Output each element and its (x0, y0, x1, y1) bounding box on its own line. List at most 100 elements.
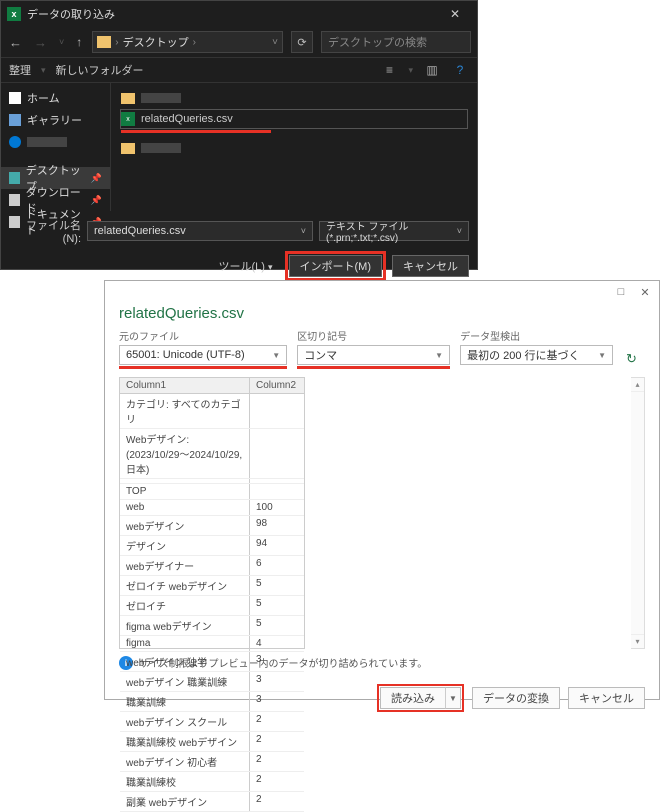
close-icon[interactable]: ✕ (635, 283, 655, 301)
cell: 副業 webデザイン (120, 792, 250, 811)
cell: 94 (250, 536, 304, 555)
column-header[interactable]: Column2 (250, 378, 304, 393)
file-name: relatedQueries.csv (141, 113, 233, 125)
table-header: Column1 Column2 (120, 378, 304, 394)
scroll-down-icon[interactable]: ▾ (631, 634, 644, 648)
filetype-select[interactable]: テキスト ファイル (*.prn;*.txt;*.csv) ˅ (319, 221, 469, 241)
column-header[interactable]: Column1 (120, 378, 250, 393)
up-icon[interactable]: ↑ (74, 35, 84, 49)
origin-select[interactable]: 65001: Unicode (UTF-8) ▼ (119, 345, 287, 365)
chevron-down-icon[interactable]: ˅ (301, 226, 306, 236)
cancel-button[interactable]: キャンセル (568, 687, 645, 709)
dialog-title: データの取り込み (27, 6, 439, 22)
table-row[interactable]: TOP (120, 484, 304, 500)
load-dropdown-button[interactable]: ▼ (445, 687, 461, 709)
annotation-highlight (121, 130, 271, 133)
cell (250, 479, 304, 483)
home-icon (9, 92, 21, 104)
list-item-selected[interactable]: x relatedQueries.csv (121, 110, 467, 128)
filename-value: relatedQueries.csv (94, 225, 186, 237)
table-row[interactable]: 職業訓練校 webデザイン2 (120, 732, 304, 752)
table-row[interactable]: webデザイン 初心者2 (120, 752, 304, 772)
chevron-down-icon[interactable]: ˅ (457, 226, 462, 236)
table-row[interactable]: webデザイン 職業訓練3 (120, 672, 304, 692)
cell: webデザイン 初心者 (120, 752, 250, 771)
gallery-icon (9, 114, 21, 126)
recent-chevron-icon[interactable]: ˅ (57, 37, 66, 47)
organize-menu[interactable]: 整理 (9, 62, 31, 78)
chevron-right-icon[interactable]: › (193, 37, 196, 48)
close-icon[interactable]: ✕ (439, 3, 471, 25)
sidebar: ホーム ギャラリー デスクトップ 📌 ダウンロード 📌 (1, 83, 111, 211)
scrollbar[interactable]: ▴ ▾ (631, 377, 645, 649)
refresh-icon[interactable]: ⟳ (291, 31, 313, 53)
cell: ゼロイチ (120, 596, 250, 615)
help-icon[interactable]: ? (451, 61, 469, 79)
sidebar-item-home[interactable]: ホーム (1, 87, 110, 109)
table-row[interactable]: webデザイナー6 (120, 556, 304, 576)
cell (250, 484, 304, 499)
cell: webデザイン (120, 516, 250, 535)
filename-input[interactable]: relatedQueries.csv ˅ (87, 221, 313, 241)
sidebar-item-gallery[interactable]: ギャラリー (1, 109, 110, 131)
sidebar-item-cloud[interactable] (1, 131, 110, 153)
table-row[interactable]: figma4 (120, 636, 304, 652)
list-item[interactable] (121, 89, 467, 107)
redacted-label (27, 137, 67, 147)
cell: 100 (250, 500, 304, 515)
cell: 2 (250, 752, 304, 771)
annotation-highlight (119, 366, 287, 369)
table-row[interactable]: デザイン94 (120, 536, 304, 556)
file-list[interactable]: x relatedQueries.csv (111, 83, 477, 211)
table-row[interactable]: figma webデザイン5 (120, 616, 304, 636)
breadcrumb[interactable]: デスクトップ (123, 34, 189, 50)
new-folder-button[interactable]: 新しいフォルダー (56, 62, 144, 78)
cancel-button[interactable]: キャンセル (392, 255, 469, 277)
import-button[interactable]: インポート(M) (289, 255, 383, 277)
chevron-right-icon[interactable]: › (115, 37, 118, 48)
chevron-down-icon[interactable]: ˅ (272, 37, 278, 48)
table-row[interactable]: Webデザイン: (2023/10/29～2024/10/29, 日本) (120, 429, 304, 479)
table-row[interactable]: webデザイン98 (120, 516, 304, 536)
view-list-icon[interactable]: ≡ (380, 61, 398, 79)
transform-data-button[interactable]: データの変換 (472, 687, 560, 709)
table-row[interactable]: webデザイン スクール2 (120, 712, 304, 732)
cell: figma (120, 636, 250, 651)
tools-menu[interactable]: ツール(L) ▾ (218, 258, 272, 274)
excel-icon: x (7, 7, 21, 21)
cell: 職業訓練 (120, 692, 250, 711)
scroll-up-icon[interactable]: ▴ (631, 378, 644, 392)
table-row[interactable]: カテゴリ: すべてのカテゴリ (120, 394, 304, 429)
detect-select[interactable]: 最初の 200 行に基づく ▼ (460, 345, 613, 365)
desktop-icon (9, 172, 20, 184)
chevron-down-icon[interactable]: ▾ (408, 65, 413, 76)
delimiter-label: 区切り記号 (297, 328, 450, 343)
table-row[interactable]: web100 (120, 500, 304, 516)
load-button[interactable]: 読み込み (380, 687, 445, 709)
list-item[interactable] (121, 139, 467, 157)
chevron-down-icon: ▼ (598, 351, 606, 360)
cell: デザイン (120, 536, 250, 555)
search-input[interactable]: デスクトップの検索 (321, 31, 471, 53)
delimiter-select[interactable]: コンマ ▼ (297, 345, 450, 365)
cell: 2 (250, 732, 304, 751)
cell: webデザイン 独学 (120, 652, 250, 671)
cell: 2 (250, 712, 304, 731)
cell: 3 (250, 652, 304, 671)
maximize-icon[interactable]: □ (611, 283, 631, 301)
dialog-title: relatedQueries.csv (105, 303, 659, 328)
table-row[interactable]: 職業訓練3 (120, 692, 304, 712)
back-icon[interactable]: ← (7, 35, 24, 50)
refresh-icon[interactable]: ↻ (626, 351, 642, 367)
sidebar-item-label: ホーム (27, 90, 60, 106)
table-row[interactable]: ゼロイチ5 (120, 596, 304, 616)
search-placeholder: デスクトップの検索 (328, 34, 427, 50)
preview-icon[interactable]: ▥ (423, 61, 441, 79)
table-row[interactable]: 職業訓練校2 (120, 772, 304, 792)
cell (250, 429, 304, 478)
address-bar[interactable]: › デスクトップ › ˅ (92, 31, 283, 53)
table-row[interactable]: 副業 webデザイン2 (120, 792, 304, 812)
table-row[interactable]: webデザイン 独学3 (120, 652, 304, 672)
table-row[interactable]: ゼロイチ webデザイン5 (120, 576, 304, 596)
cell (120, 479, 250, 483)
